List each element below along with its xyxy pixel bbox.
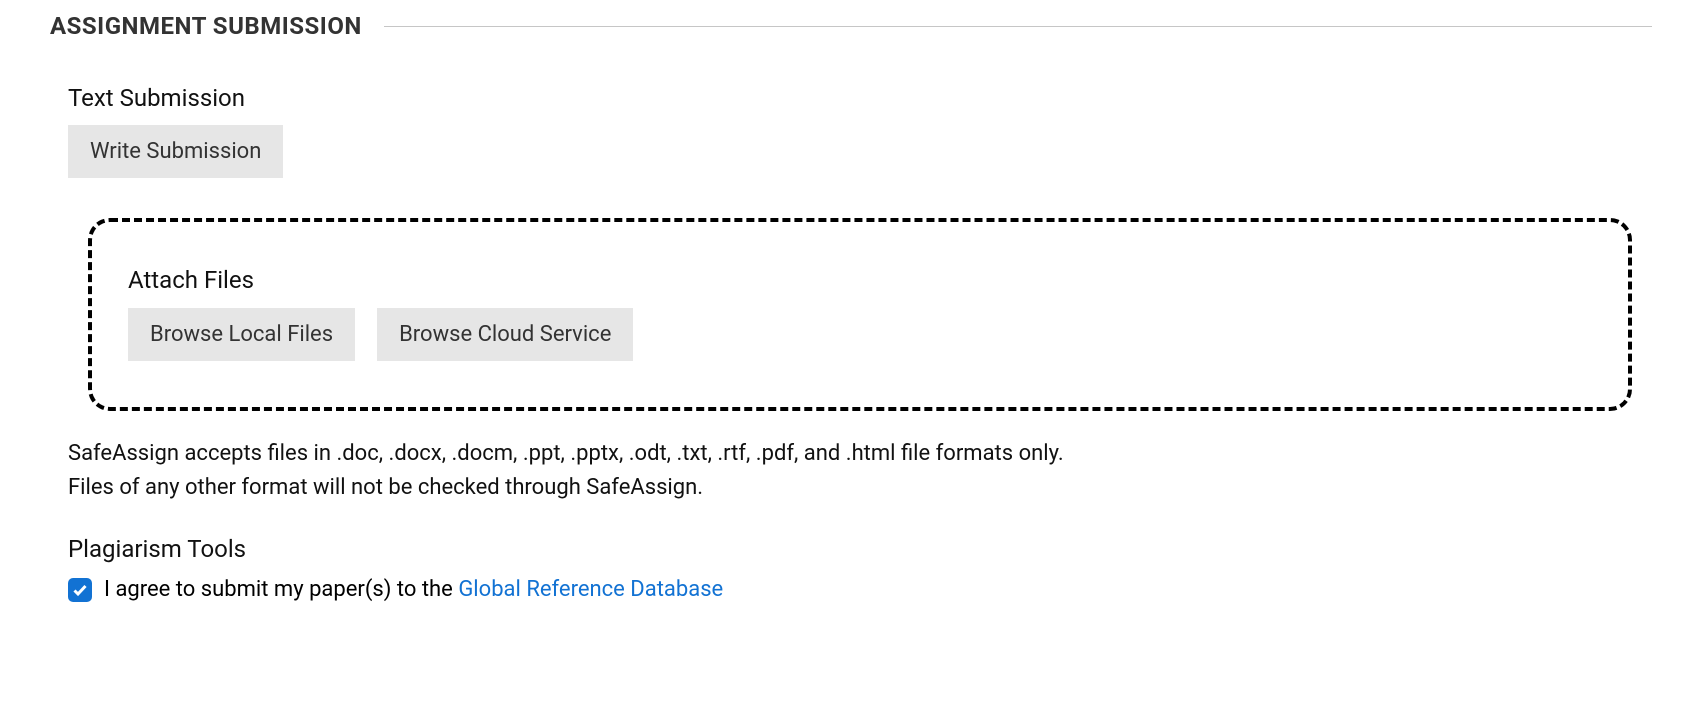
- agree-checkbox[interactable]: [68, 578, 92, 602]
- browse-cloud-service-button[interactable]: Browse Cloud Service: [377, 308, 633, 361]
- global-reference-database-link[interactable]: Global Reference Database: [458, 577, 723, 602]
- text-submission-label: Text Submission: [68, 82, 1652, 114]
- section-title: ASSIGNMENT SUBMISSION: [50, 10, 362, 42]
- plagiarism-agree-row: I agree to submit my paper(s) to the Glo…: [68, 575, 1652, 605]
- agree-text: I agree to submit my paper(s) to the: [104, 577, 458, 602]
- plagiarism-tools-label: Plagiarism Tools: [68, 533, 1652, 565]
- attach-buttons-row: Browse Local Files Browse Cloud Service: [128, 308, 1592, 361]
- section-divider: [384, 26, 1652, 27]
- browse-local-files-button[interactable]: Browse Local Files: [128, 308, 355, 361]
- agree-text-wrap: I agree to submit my paper(s) to the Glo…: [104, 575, 723, 605]
- safeassign-note-line2: Files of any other format will not be ch…: [68, 473, 1652, 503]
- check-icon: [72, 582, 88, 598]
- write-submission-button[interactable]: Write Submission: [68, 125, 283, 178]
- text-submission-block: Text Submission Write Submission: [68, 82, 1652, 177]
- safeassign-note-line1: SafeAssign accepts files in .doc, .docx,…: [68, 439, 1652, 469]
- section-header: ASSIGNMENT SUBMISSION: [50, 10, 1652, 42]
- attach-files-label: Attach Files: [128, 264, 1592, 296]
- section-content: Text Submission Write Submission Attach …: [50, 82, 1652, 604]
- assignment-submission-section: ASSIGNMENT SUBMISSION Text Submission Wr…: [0, 0, 1702, 645]
- attach-files-dropzone[interactable]: Attach Files Browse Local Files Browse C…: [88, 218, 1632, 411]
